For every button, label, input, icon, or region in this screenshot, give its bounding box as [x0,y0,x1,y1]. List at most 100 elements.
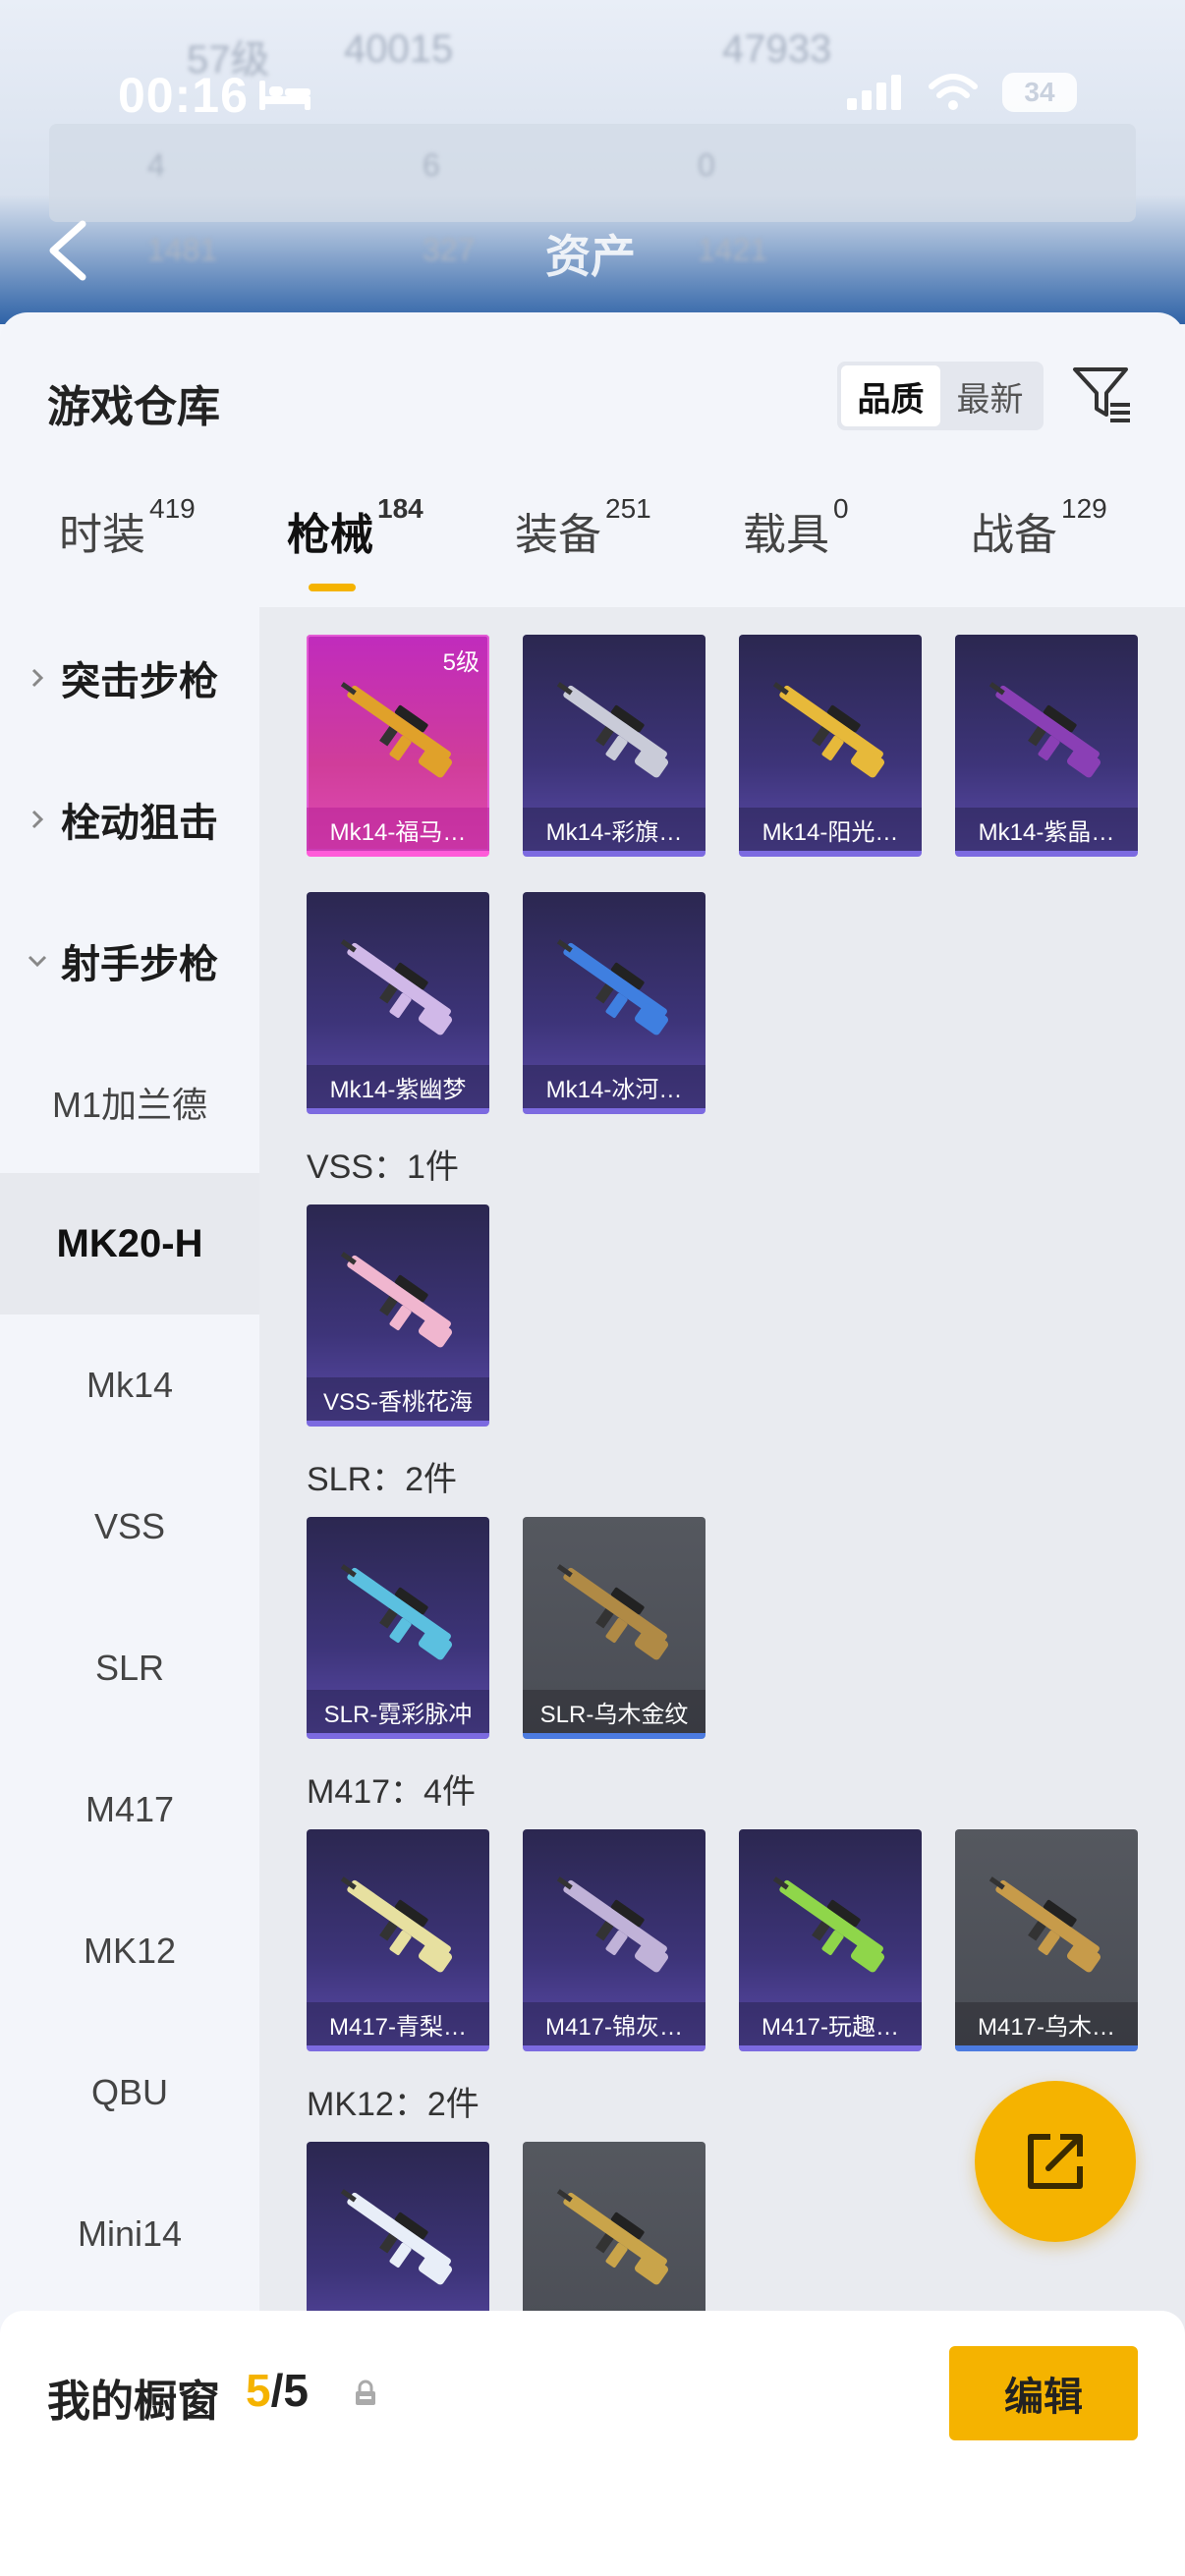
sidebar-item-slr[interactable]: SLR [0,1597,259,1739]
bed-icon [259,81,310,110]
gun-part [1066,1940,1101,1973]
skin-name: Mk14-冰河… [523,1065,705,1108]
sort-option-quality[interactable]: 品质 [841,365,940,426]
gun-icon [340,1876,453,1973]
category-label: 栓动狙击 [61,802,218,845]
edit-button[interactable]: 编辑 [949,2346,1138,2440]
top-header: 57级 40015 47933 4 6 0 1481 327 1421 00:1… [0,0,1185,324]
sidebar-item-mk12[interactable]: MK12 [0,1880,259,2022]
tab-count: 251 [605,493,651,524]
gun-icon [556,682,669,778]
gun-part [418,1316,453,1348]
share-icon [1028,2134,1083,2189]
blurred-stat: 1421 [698,232,768,267]
sidebar-item-mk14[interactable]: Mk14 [0,1315,259,1456]
skin-card[interactable]: Mk14-紫幽梦 [307,892,489,1114]
gun-icon [340,682,453,778]
back-arrow-icon[interactable] [39,216,98,285]
skin-grid: 5级 Mk14-福马… Mk14-彩旗… Mk14-阳光… Mk14-紫晶… M… [259,607,1185,2576]
gun-icon [988,682,1101,778]
gun-icon [772,1876,885,1973]
lock-icon [356,2380,375,2405]
section-title-slr: SLR：2件 [307,1461,458,1498]
skin-card[interactable]: VSS-香桃花海 [307,1204,489,1427]
sidebar-category-assault-rifle[interactable]: 突击步枪 [0,607,259,749]
sidebar-item-qbu[interactable]: QBU [0,2022,259,2163]
skin-card[interactable]: M417-乌木… [955,1829,1138,2051]
skin-name: Mk14-福马… [307,808,489,851]
gun-part [634,1628,669,1660]
blurred-stats-box [49,124,1136,222]
skin-card[interactable]: Mk14-阳光… [739,635,922,857]
skin-card[interactable]: 5级 Mk14-福马… [307,635,489,857]
showcase-current: 5 [246,2365,271,2416]
tab-count: 129 [1061,493,1107,524]
skin-name: M417-锦灰… [523,2002,705,2045]
gun-icon [556,2189,669,2285]
sidebar-item-vss[interactable]: VSS [0,1456,259,1597]
tab-vehicles[interactable]: 载具0 [743,493,849,562]
gun-part [634,1940,669,1973]
chevron-right-icon [31,810,44,829]
sidebar-item-m1-garand[interactable]: M1加兰德 [0,1032,259,1173]
sidebar-item-mk20-h[interactable]: MK20-H [0,1173,259,1315]
tab-guns[interactable]: 枪械184 [287,493,423,562]
skin-card[interactable]: Mk14-紫晶… [955,635,1138,857]
sidebar-item-mini14[interactable]: Mini14 [0,2163,259,2305]
tab-label: 装备 [515,511,601,559]
gun-part [634,746,669,778]
gun-icon [340,939,453,1036]
tab-count: 184 [377,493,423,524]
skin-name: Mk14-紫晶… [955,808,1138,851]
tab-gear[interactable]: 战备129 [971,493,1107,562]
tab-label: 时装 [59,511,145,559]
skin-name: VSS-香桃花海 [307,1377,489,1421]
gun-part [418,1940,453,1973]
gun-icon [988,1876,1101,1973]
gun-icon [556,1876,669,1973]
gun-icon [772,682,885,778]
blurred-stat: 327 [423,232,476,267]
skin-name: Mk14-紫幽梦 [307,1065,489,1108]
gun-part [418,746,453,778]
tab-label: 枪械 [287,511,373,559]
category-tabs: 时装419 枪械184 装备251 载具0 战备129 [0,493,1185,607]
share-button[interactable] [975,2081,1136,2242]
warehouse-title: 游戏仓库 [47,383,220,431]
section-title-mk12: MK12：2件 [307,2086,480,2123]
blurred-coins: 40015 [344,28,454,71]
tab-count: 419 [149,493,196,524]
battery-indicator: 34 [1002,73,1077,112]
tab-label: 战备 [971,511,1057,559]
skin-card[interactable]: M417-青梨… [307,1829,489,2051]
sort-option-newest[interactable]: 最新 [940,365,1040,426]
sidebar-category-marksman-rifle[interactable]: 射手步枪 [0,890,259,1032]
gun-part [634,2253,669,2285]
skin-card[interactable]: Mk14-彩旗… [523,635,705,857]
tab-equipment[interactable]: 装备251 [515,493,651,562]
sidebar-category-bolt-sniper[interactable]: 栓动狙击 [0,749,259,890]
sidebar-item-m417[interactable]: M417 [0,1739,259,1880]
filter-icon[interactable] [1069,362,1134,426]
warehouse-sheet: 游戏仓库 品质 最新 时装419 枪械184 装备251 载具0 战备129 突… [0,312,1185,2576]
gun-part [418,1628,453,1660]
skin-card[interactable]: M417-玩趣… [739,1829,922,2051]
skin-card[interactable]: SLR-霓彩脉冲 [307,1517,489,1739]
gun-part [850,746,885,778]
gun-icon [340,2189,453,2285]
skin-level: 5级 [442,649,480,676]
skin-name: M417-玩趣… [739,2002,922,2045]
skin-name: Mk14-阳光… [739,808,922,851]
chevron-right-icon [31,668,44,688]
tab-fashion[interactable]: 时装419 [59,493,196,562]
gun-part [850,1940,885,1973]
status-icons: 34 [845,73,1077,112]
skin-card[interactable]: SLR-乌木金纹 [523,1517,705,1739]
skin-card[interactable]: M417-锦灰… [523,1829,705,2051]
skin-name: Mk14-彩旗… [523,808,705,851]
weapon-sidebar: 突击步枪 栓动狙击 射手步枪 M1加兰德 MK20-H Mk14 VSS SLR… [0,607,259,2576]
signal-icon [847,75,901,110]
skin-name: M417-乌木… [955,2002,1138,2045]
skin-card[interactable]: Mk14-冰河… [523,892,705,1114]
gun-icon [340,1564,453,1660]
